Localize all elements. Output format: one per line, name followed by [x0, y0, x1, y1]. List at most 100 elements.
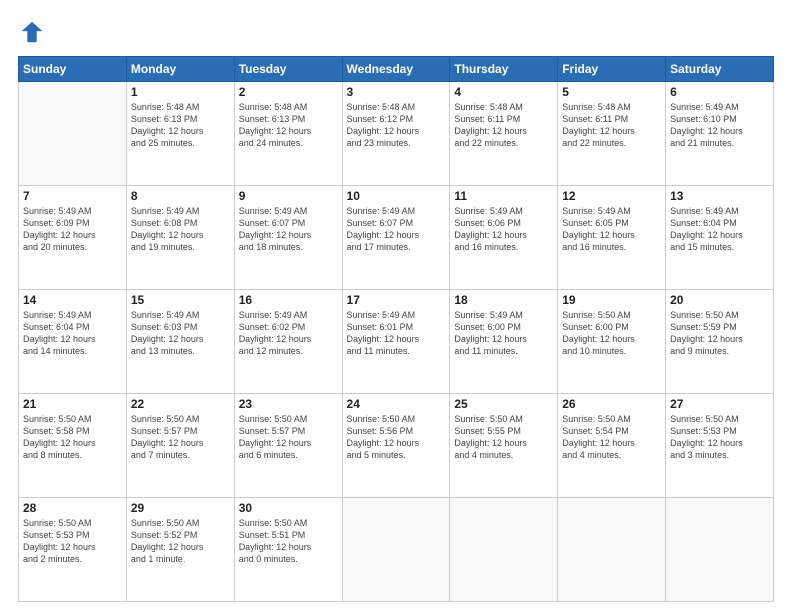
calendar-cell: 3Sunrise: 5:48 AM Sunset: 6:12 PM Daylig… [342, 82, 450, 186]
day-info: Sunrise: 5:49 AM Sunset: 6:06 PM Dayligh… [454, 205, 553, 254]
day-number: 22 [131, 397, 230, 411]
day-number: 11 [454, 189, 553, 203]
header [18, 18, 774, 46]
day-number: 14 [23, 293, 122, 307]
day-info: Sunrise: 5:49 AM Sunset: 6:04 PM Dayligh… [670, 205, 769, 254]
day-number: 1 [131, 85, 230, 99]
day-info: Sunrise: 5:49 AM Sunset: 6:02 PM Dayligh… [239, 309, 338, 358]
day-info: Sunrise: 5:49 AM Sunset: 6:03 PM Dayligh… [131, 309, 230, 358]
day-info: Sunrise: 5:48 AM Sunset: 6:12 PM Dayligh… [347, 101, 446, 150]
day-number: 9 [239, 189, 338, 203]
day-info: Sunrise: 5:49 AM Sunset: 6:00 PM Dayligh… [454, 309, 553, 358]
calendar-cell: 30 Sunrise: 5:50 AM Sunset: 5:51 PM Dayli… [234, 498, 342, 602]
logo [18, 18, 50, 46]
day-info: Sunrise: 5:49 AM Sunset: 6:09 PM Dayligh… [23, 205, 122, 254]
day-info: Sunrise: 5:49 AM Sunset: 6:05 PM Dayligh… [562, 205, 661, 254]
day-number: 2 [239, 85, 338, 99]
weekday-header: Monday [126, 57, 234, 82]
calendar-week-row: 21Sunrise: 5:50 AM Sunset: 5:58 PM Dayli… [19, 394, 774, 498]
weekday-header: Saturday [666, 57, 774, 82]
day-number: 7 [23, 189, 122, 203]
calendar-cell: 19 Sunrise: 5:50 AM Sunset: 6:00 PM Dayli… [558, 290, 666, 394]
calendar-cell: 20 Sunrise: 5:50 AM Sunset: 5:59 PM Dayli… [666, 290, 774, 394]
day-info: Sunrise: 5:49 AM Sunset: 6:07 PM Dayligh… [239, 205, 338, 254]
day-info: Sunrise: 5:50 AM Sunset: 5:57 PM Dayligh… [239, 413, 338, 462]
day-number: 24 [347, 397, 446, 411]
day-info: Sunrise: 5:50 AM Sunset: 5:55 PM Dayligh… [454, 413, 553, 462]
calendar-cell: 15 Sunrise: 5:49 AM Sunset: 6:03 PM Dayli… [126, 290, 234, 394]
calendar-cell: 2Sunrise: 5:48 AM Sunset: 6:13 PM Daylig… [234, 82, 342, 186]
day-number: 13 [670, 189, 769, 203]
calendar-cell: 7 Sunrise: 5:49 AM Sunset: 6:09 PM Daylig… [19, 186, 127, 290]
day-number: 26 [562, 397, 661, 411]
day-info: Sunrise: 5:50 AM Sunset: 6:00 PM Dayligh… [562, 309, 661, 358]
weekday-header: Thursday [450, 57, 558, 82]
day-info: Sunrise: 5:49 AM Sunset: 6:10 PM Dayligh… [670, 101, 769, 150]
day-info: Sunrise: 5:49 AM Sunset: 6:08 PM Dayligh… [131, 205, 230, 254]
calendar-cell [342, 498, 450, 602]
day-number: 18 [454, 293, 553, 307]
day-number: 19 [562, 293, 661, 307]
day-info: Sunrise: 5:49 AM Sunset: 6:01 PM Dayligh… [347, 309, 446, 358]
calendar-cell: 24 Sunrise: 5:50 AM Sunset: 5:56 PM Dayli… [342, 394, 450, 498]
calendar-cell: 21Sunrise: 5:50 AM Sunset: 5:58 PM Dayli… [19, 394, 127, 498]
calendar-cell: 8 Sunrise: 5:49 AM Sunset: 6:08 PM Daylig… [126, 186, 234, 290]
calendar-cell: 9 Sunrise: 5:49 AM Sunset: 6:07 PM Daylig… [234, 186, 342, 290]
calendar-cell: 17 Sunrise: 5:49 AM Sunset: 6:01 PM Dayli… [342, 290, 450, 394]
day-info: Sunrise: 5:50 AM Sunset: 5:56 PM Dayligh… [347, 413, 446, 462]
calendar-cell: 6 Sunrise: 5:49 AM Sunset: 6:10 PM Daylig… [666, 82, 774, 186]
page: SundayMondayTuesdayWednesdayThursdayFrid… [0, 0, 792, 612]
day-number: 21 [23, 397, 122, 411]
calendar-cell: 10 Sunrise: 5:49 AM Sunset: 6:07 PM Dayli… [342, 186, 450, 290]
day-info: Sunrise: 5:48 AM Sunset: 6:11 PM Dayligh… [454, 101, 553, 150]
day-number: 4 [454, 85, 553, 99]
day-number: 29 [131, 501, 230, 515]
day-info: Sunrise: 5:50 AM Sunset: 5:51 PM Dayligh… [239, 517, 338, 566]
day-info: Sunrise: 5:49 AM Sunset: 6:07 PM Dayligh… [347, 205, 446, 254]
calendar-cell: 28 Sunrise: 5:50 AM Sunset: 5:53 PM Dayli… [19, 498, 127, 602]
day-number: 10 [347, 189, 446, 203]
calendar-cell [558, 498, 666, 602]
day-info: Sunrise: 5:50 AM Sunset: 5:59 PM Dayligh… [670, 309, 769, 358]
calendar-cell: 13 Sunrise: 5:49 AM Sunset: 6:04 PM Dayli… [666, 186, 774, 290]
calendar-cell: 12 Sunrise: 5:49 AM Sunset: 6:05 PM Dayli… [558, 186, 666, 290]
calendar-body: 1 Sunrise: 5:48 AM Sunset: 6:13 PM Daylig… [19, 82, 774, 602]
calendar-cell: 27Sunrise: 5:50 AM Sunset: 5:53 PM Dayli… [666, 394, 774, 498]
calendar-cell: 4 Sunrise: 5:48 AM Sunset: 6:11 PM Daylig… [450, 82, 558, 186]
day-number: 12 [562, 189, 661, 203]
day-number: 5 [562, 85, 661, 99]
day-number: 30 [239, 501, 338, 515]
weekday-header: Wednesday [342, 57, 450, 82]
day-number: 25 [454, 397, 553, 411]
calendar-cell [450, 498, 558, 602]
day-info: Sunrise: 5:48 AM Sunset: 6:13 PM Dayligh… [131, 101, 230, 150]
day-number: 8 [131, 189, 230, 203]
day-number: 27 [670, 397, 769, 411]
weekday-header: Tuesday [234, 57, 342, 82]
calendar-week-row: 1 Sunrise: 5:48 AM Sunset: 6:13 PM Daylig… [19, 82, 774, 186]
weekday-header: Sunday [19, 57, 127, 82]
calendar-cell: 1 Sunrise: 5:48 AM Sunset: 6:13 PM Daylig… [126, 82, 234, 186]
day-number: 16 [239, 293, 338, 307]
day-info: Sunrise: 5:50 AM Sunset: 5:52 PM Dayligh… [131, 517, 230, 566]
calendar-cell: 25 Sunrise: 5:50 AM Sunset: 5:55 PM Dayli… [450, 394, 558, 498]
calendar-cell: 22 Sunrise: 5:50 AM Sunset: 5:57 PM Dayli… [126, 394, 234, 498]
day-info: Sunrise: 5:50 AM Sunset: 5:57 PM Dayligh… [131, 413, 230, 462]
day-info: Sunrise: 5:50 AM Sunset: 5:53 PM Dayligh… [23, 517, 122, 566]
day-info: Sunrise: 5:48 AM Sunset: 6:11 PM Dayligh… [562, 101, 661, 150]
calendar-cell: 23 Sunrise: 5:50 AM Sunset: 5:57 PM Dayli… [234, 394, 342, 498]
calendar-cell: 5 Sunrise: 5:48 AM Sunset: 6:11 PM Daylig… [558, 82, 666, 186]
day-number: 23 [239, 397, 338, 411]
calendar-cell: 11 Sunrise: 5:49 AM Sunset: 6:06 PM Dayli… [450, 186, 558, 290]
day-number: 17 [347, 293, 446, 307]
day-number: 15 [131, 293, 230, 307]
weekday-row: SundayMondayTuesdayWednesdayThursdayFrid… [19, 57, 774, 82]
day-number: 20 [670, 293, 769, 307]
calendar-header: SundayMondayTuesdayWednesdayThursdayFrid… [19, 57, 774, 82]
day-number: 28 [23, 501, 122, 515]
day-number: 6 [670, 85, 769, 99]
calendar-week-row: 7 Sunrise: 5:49 AM Sunset: 6:09 PM Daylig… [19, 186, 774, 290]
calendar-cell: 26Sunrise: 5:50 AM Sunset: 5:54 PM Dayli… [558, 394, 666, 498]
calendar-cell: 18 Sunrise: 5:49 AM Sunset: 6:00 PM Dayli… [450, 290, 558, 394]
day-info: Sunrise: 5:49 AM Sunset: 6:04 PM Dayligh… [23, 309, 122, 358]
